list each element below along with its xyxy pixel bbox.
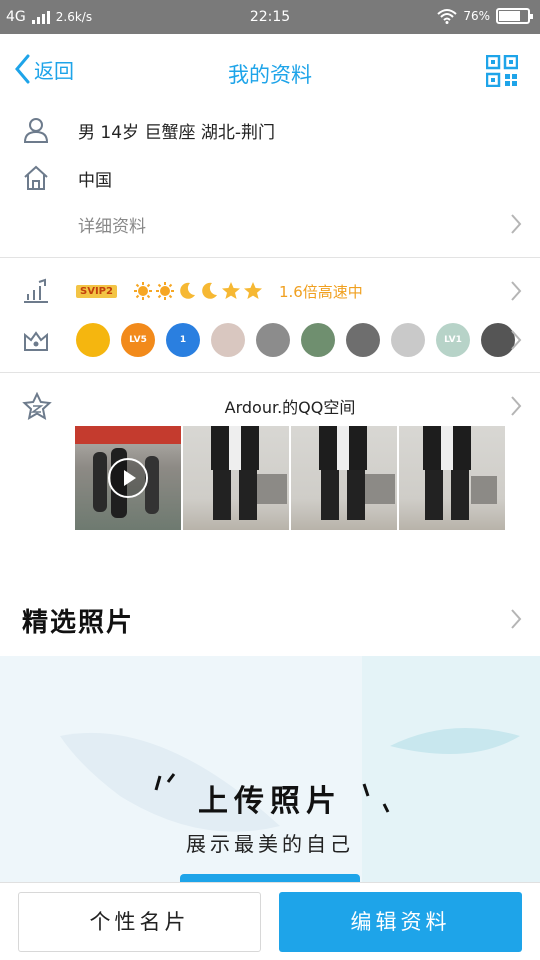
play-icon (108, 458, 148, 498)
location-text: 中国 (78, 170, 112, 191)
sun-icon (155, 282, 174, 300)
qq-penguin-badge-icon (76, 323, 110, 357)
crown-box-icon (24, 331, 48, 351)
wifi-icon (437, 9, 457, 24)
divider (0, 257, 540, 258)
chevron-right-icon (511, 281, 522, 301)
gem-lv1-badge-icon: LV1 (436, 323, 470, 357)
bottom-bar: 个性名片 编辑资料 (0, 882, 540, 960)
qzone-photos (75, 426, 505, 530)
level-chart-icon (24, 278, 48, 303)
featured-photos-title: 精选照片 (22, 608, 135, 638)
qzone-row[interactable]: Ardour.的QQ空间 (0, 388, 540, 424)
header: 返回 我的资料 (0, 34, 540, 106)
upload-subtitle: 展示最美的自己 (186, 832, 354, 856)
blue-star-badge-icon: 1 (166, 323, 200, 357)
details-row[interactable]: 详细资料 (0, 204, 540, 244)
upload-button[interactable] (180, 874, 360, 882)
basic-info-row: 男 14岁 巨蟹座 湖北-荆门 (0, 110, 540, 150)
upload-title: 上传照片 (198, 784, 342, 819)
photo-thumbnail[interactable] (291, 426, 397, 530)
battery-percent: 76% (463, 9, 490, 23)
badges-row[interactable]: LV5 1 LV1 (0, 320, 540, 360)
location-row: 中国 (0, 158, 540, 198)
level-icons (133, 281, 263, 301)
divider (0, 372, 540, 373)
badge-list: LV5 1 LV1 (76, 323, 515, 357)
photo-thumbnail[interactable] (183, 426, 289, 530)
photo-thumbnail[interactable] (399, 426, 505, 530)
moon-icon (202, 282, 217, 299)
star-icon (243, 282, 262, 299)
cloud-v-badge-icon (391, 323, 425, 357)
chevron-right-icon[interactable] (510, 608, 522, 630)
basic-info-text: 男 14岁 巨蟹座 湖北-荆门 (78, 122, 275, 143)
penguin-green-badge-icon (301, 323, 335, 357)
video-thumbnail[interactable] (75, 426, 181, 530)
home-icon (24, 165, 48, 190)
penguin-gray-badge-icon (256, 323, 290, 357)
moon-icon (180, 282, 195, 299)
vip-speed-text: 1.6倍高速中 (278, 282, 363, 301)
chevron-right-icon (511, 330, 522, 350)
svip-badge: SVIP2 (76, 284, 117, 298)
edit-profile-button[interactable]: 编辑资料 (279, 892, 522, 952)
lightning-badge-icon: LV5 (121, 323, 155, 357)
profile-card-button[interactable]: 个性名片 (18, 892, 261, 952)
vip-row[interactable]: SVIP2 1.6倍高速中 (0, 272, 540, 310)
chevron-right-icon (511, 214, 522, 234)
qr-code-icon[interactable] (486, 55, 518, 87)
penguin-dark-badge-icon (346, 323, 380, 357)
person-icon (23, 118, 49, 143)
status-bar: 4G 2.6k/s 22:15 76% (0, 0, 540, 34)
battery-icon (496, 8, 533, 24)
qzone-title: Ardour.的QQ空间 (224, 398, 356, 417)
upload-photo-area[interactable]: 上传照片 展示最美的自己 (0, 656, 540, 882)
details-link[interactable]: 详细资料 (78, 212, 146, 237)
sun-icon (133, 282, 152, 300)
page-title: 我的资料 (228, 63, 312, 87)
star-icon (221, 282, 240, 299)
diamond-badge-icon (211, 323, 245, 357)
chevron-right-icon (511, 396, 522, 416)
